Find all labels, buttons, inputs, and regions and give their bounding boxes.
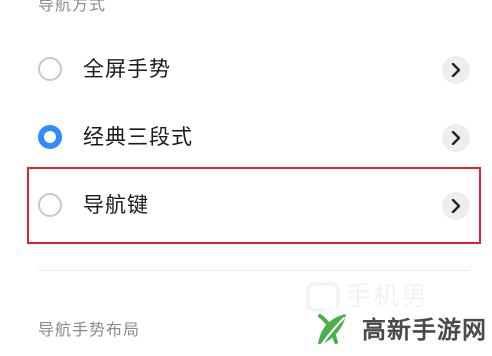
section-header-gesture-layout: 导航手势布局 — [38, 320, 141, 339]
radio-icon[interactable] — [38, 193, 62, 217]
chevron-right-icon[interactable] — [442, 192, 470, 220]
option-navigation-keys[interactable]: 导航键 — [0, 172, 492, 240]
faint-watermark-text: 手机男 — [345, 282, 430, 312]
divider — [38, 270, 470, 271]
radio-icon[interactable] — [38, 57, 62, 81]
option-label: 经典三段式 — [83, 125, 193, 149]
radio-selected-icon[interactable] — [38, 125, 62, 149]
option-label: 导航键 — [83, 193, 149, 217]
section-header-navigation-mode: 导航方式 — [38, 0, 107, 14]
chevron-right-icon[interactable] — [442, 124, 470, 152]
watermark-text: 高新手游网 — [362, 316, 487, 344]
leaf-logo-icon — [311, 309, 353, 351]
option-classic-three-button[interactable]: 经典三段式 — [0, 104, 492, 172]
chevron-right-icon[interactable] — [442, 56, 470, 84]
option-label: 全屏手势 — [83, 57, 171, 81]
option-fullscreen-gesture[interactable]: 全屏手势 — [0, 36, 492, 104]
